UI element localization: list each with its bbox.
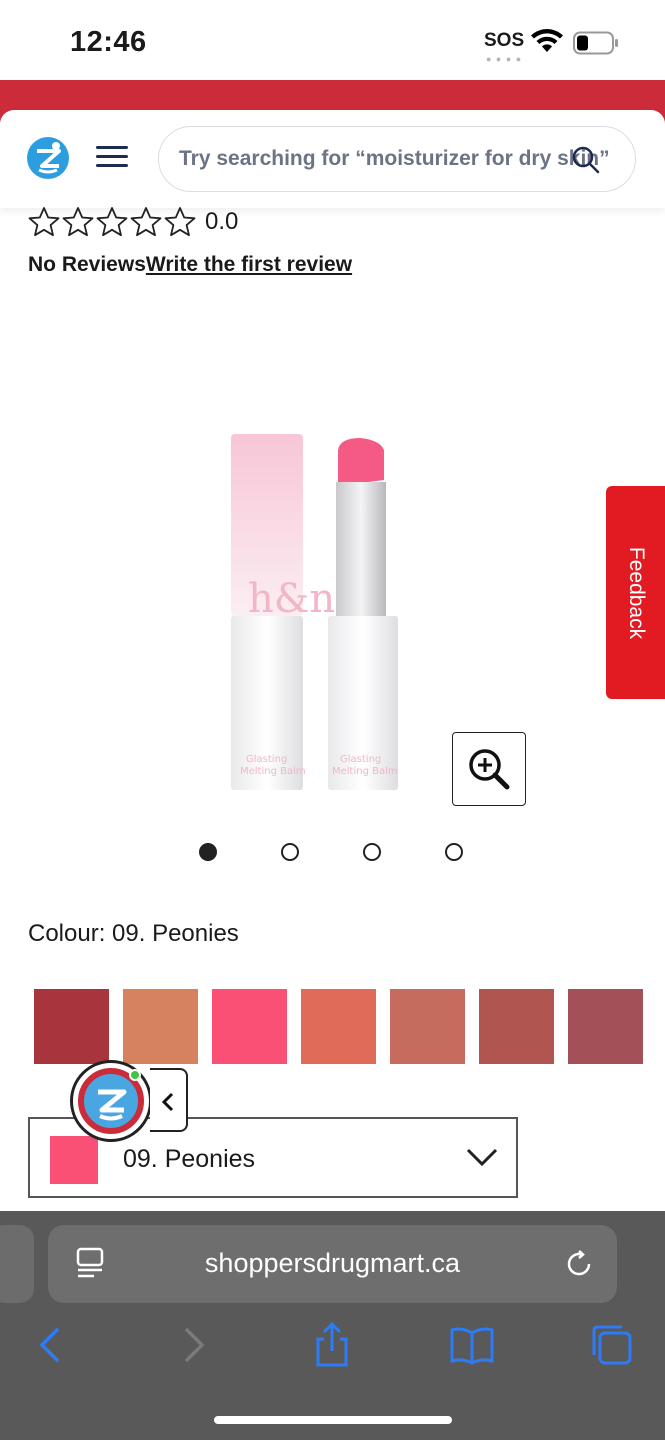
svg-text:Glasting: Glasting [246,754,287,765]
star-outline-icon [130,207,162,237]
colour-swatch[interactable] [123,989,198,1064]
online-status-dot [129,1069,141,1081]
colour-swatches [34,989,665,1064]
carousel-dot[interactable] [363,843,381,861]
browser-toolbar [0,1321,665,1381]
hamburger-icon[interactable] [96,146,128,172]
address-bar[interactable]: shoppersdrugmart.ca [48,1225,617,1303]
colour-swatch[interactable] [479,989,554,1064]
bookmarks-icon[interactable] [448,1321,496,1369]
signal-dots-icon: ● ● ● ● [486,54,523,64]
chevron-down-icon [466,1148,498,1167]
pharmacy-logo-icon [98,1089,127,1121]
product-image[interactable]: h&n Glasting Melting Balm Glasting Melti… [220,420,420,800]
pharmacist-avatar[interactable] [70,1060,152,1142]
reviews-row: No ReviewsWrite the first review [28,253,352,277]
carousel-dots [199,843,463,861]
browser-bottom-bar: shoppersdrugmart.ca [0,1211,665,1440]
site-header [0,110,665,208]
tabs-icon[interactable] [588,1321,636,1369]
back-icon[interactable] [28,1321,76,1369]
forward-icon[interactable] [168,1321,216,1369]
wifi-icon [531,29,563,52]
colour-swatch[interactable] [301,989,376,1064]
write-review-link[interactable]: Write the first review [146,253,352,276]
battery-icon [573,31,618,55]
chevron-left-icon [161,1092,174,1112]
carrier-label: SOS [484,30,525,51]
status-bar: 12:46 SOS ● ● ● ● [0,0,665,80]
previous-tab-preview[interactable] [0,1225,34,1303]
feedback-tab[interactable]: Feedback [606,486,665,699]
carousel-dot[interactable] [199,843,217,861]
chat-collapse-button[interactable] [150,1068,188,1132]
svg-text:Melting Balm: Melting Balm [332,766,398,777]
carousel-dot[interactable] [445,843,463,861]
colour-swatch[interactable] [212,989,287,1064]
no-reviews-label: No Reviews [28,253,146,276]
selected-colour-swatch [50,1136,98,1184]
share-icon[interactable] [308,1321,356,1369]
carousel-dot[interactable] [281,843,299,861]
star-rating [28,206,196,238]
colour-label: Colour: 09. Peonies [28,920,239,947]
colour-swatch[interactable] [568,989,643,1064]
shoppers-drug-mart-logo[interactable] [26,136,70,180]
search-bar [158,126,636,192]
selected-colour-value: 09. Peonies [123,1145,256,1173]
reload-icon[interactable] [564,1249,594,1279]
svg-text:Melting Balm: Melting Balm [240,766,306,777]
search-input[interactable] [159,127,635,190]
product-brand-mark: h&n [248,576,335,622]
star-outline-icon [164,207,196,237]
colour-swatch[interactable] [34,989,109,1064]
zoom-in-icon [469,749,510,790]
feedback-label: Feedback [624,546,648,639]
star-outline-icon [28,207,60,237]
status-time: 12:46 [70,26,147,58]
zoom-button[interactable] [452,732,526,806]
colour-swatch[interactable] [390,989,465,1064]
home-indicator [214,1416,452,1424]
rating-value: 0.0 [205,208,239,235]
star-outline-icon [62,207,94,237]
star-outline-icon [96,207,128,237]
search-icon[interactable] [571,145,601,175]
url-text: shoppersdrugmart.ca [204,1248,461,1278]
svg-text:Glasting: Glasting [340,754,381,765]
